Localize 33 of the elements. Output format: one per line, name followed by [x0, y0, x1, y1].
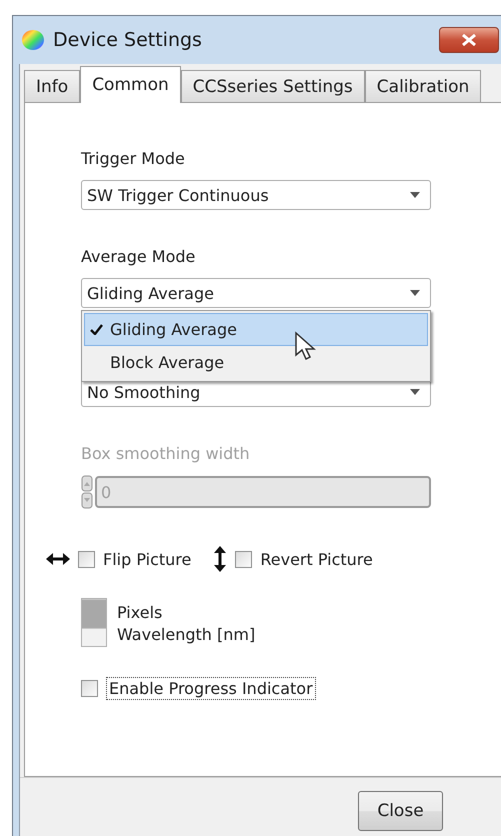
checkbox[interactable] [78, 550, 95, 568]
field-label: Trigger Mode [81, 149, 186, 169]
checkbox[interactable] [81, 680, 98, 697]
spinner-arrows-icon[interactable] [81, 475, 93, 509]
tab[interactable]: Common [80, 66, 181, 103]
menu-item[interactable]: Gliding Average [84, 313, 428, 346]
unit-selector[interactable] [81, 598, 107, 647]
window-close-button[interactable] [439, 27, 499, 53]
checkbox[interactable] [235, 550, 252, 568]
color-wheel-icon [21, 29, 45, 51]
checkmark-icon [90, 324, 103, 335]
dropdown-caret-icon [410, 192, 420, 198]
field-label: Box smoothing width [81, 444, 251, 464]
dropdown-caret-icon [410, 389, 420, 395]
horizontal-arrow-icon [46, 552, 70, 566]
close-icon [461, 34, 477, 46]
checkbox-label: Revert Picture [260, 550, 373, 568]
window-title: Device Settings [53, 29, 202, 51]
unit-option[interactable]: Pixels [117, 602, 256, 624]
close-button[interactable]: Close [358, 791, 443, 831]
dropdown-caret-icon [410, 290, 420, 296]
checkbox-label: Flip Picture [103, 550, 192, 568]
dropdown[interactable]: Gliding Average [81, 278, 431, 308]
tab[interactable]: Calibration [364, 70, 482, 102]
checkbox-label: Enable Progress Indicator [106, 677, 316, 700]
menu-item[interactable]: Block Average [84, 346, 428, 379]
tab[interactable]: CCSseries Settings [180, 70, 365, 102]
field-label: Average Mode [81, 247, 196, 267]
dropdown[interactable]: SW Trigger Continuous [81, 180, 431, 210]
unit-option[interactable]: Wavelength [nm] [117, 624, 256, 646]
mouse-pointer-icon [294, 331, 316, 363]
tab[interactable]: Info [24, 70, 80, 102]
vertical-arrow-icon [213, 546, 228, 572]
